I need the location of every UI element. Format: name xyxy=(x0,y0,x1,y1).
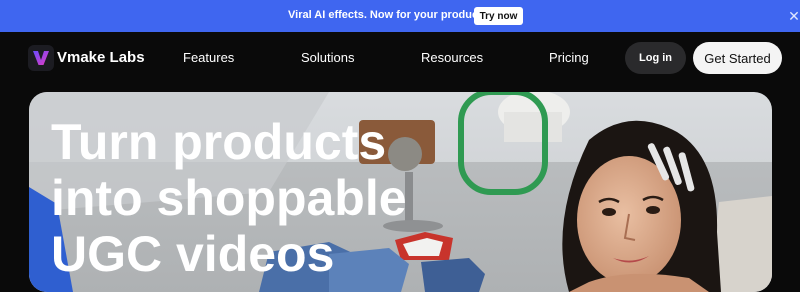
login-button[interactable]: Log in xyxy=(625,42,686,74)
nav-link-solutions[interactable]: Solutions xyxy=(301,50,354,65)
close-icon[interactable]: ✕ xyxy=(786,7,800,25)
nav-link-features[interactable]: Features xyxy=(183,50,234,65)
brand-name[interactable]: Vmake Labs xyxy=(57,49,145,66)
get-started-button[interactable]: Get Started xyxy=(693,42,782,74)
v-logo-icon[interactable] xyxy=(28,45,54,71)
hero-banner: Turn products into shoppable UGC videos xyxy=(29,92,772,292)
top-navigation: Vmake Labs Features Solutions Resources … xyxy=(0,32,800,84)
try-now-button[interactable]: Try now xyxy=(474,7,523,25)
nav-link-pricing[interactable]: Pricing xyxy=(549,50,589,65)
hero-title-line: UGC videos xyxy=(51,226,335,282)
hero-title: Turn products into shoppable UGC videos xyxy=(51,114,407,282)
hero-title-line: into shoppable xyxy=(51,170,407,226)
nav-link-resources[interactable]: Resources xyxy=(421,50,483,65)
promo-text: Viral AI effects. Now for your products. xyxy=(288,9,491,21)
promo-banner: Viral AI effects. Now for your products.… xyxy=(0,0,800,32)
hero-title-line: Turn products xyxy=(51,114,387,170)
